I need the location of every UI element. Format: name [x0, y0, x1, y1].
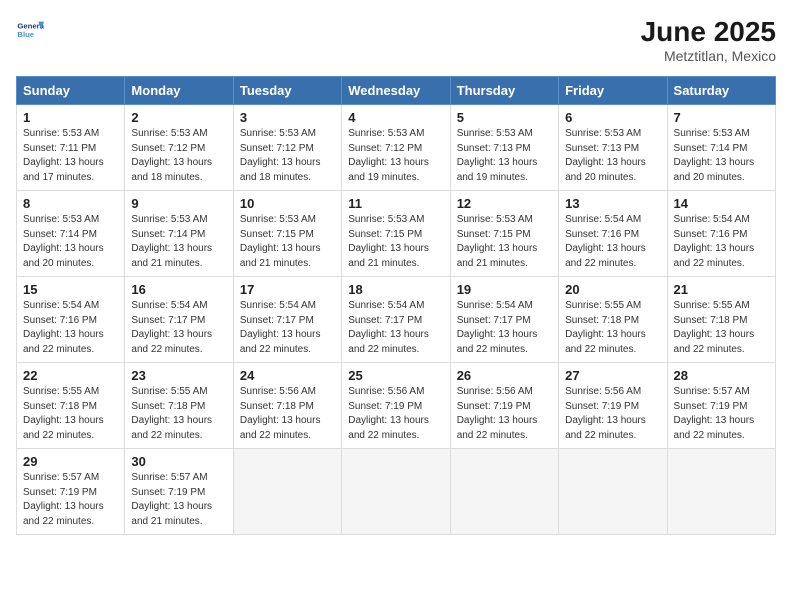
day-10: 10 Sunrise: 5:53 AMSunset: 7:15 PMDaylig…	[233, 191, 341, 277]
day-5: 5 Sunrise: 5:53 AMSunset: 7:13 PMDayligh…	[450, 105, 558, 191]
page-header: General Blue June 2025 Metztitlan, Mexic…	[16, 16, 776, 64]
svg-text:Blue: Blue	[17, 30, 34, 39]
col-monday: Monday	[125, 77, 233, 105]
day-13: 13 Sunrise: 5:54 AMSunset: 7:16 PMDaylig…	[559, 191, 667, 277]
day-12: 12 Sunrise: 5:53 AMSunset: 7:15 PMDaylig…	[450, 191, 558, 277]
day-16: 16 Sunrise: 5:54 AMSunset: 7:17 PMDaylig…	[125, 277, 233, 363]
day-11: 11 Sunrise: 5:53 AMSunset: 7:15 PMDaylig…	[342, 191, 450, 277]
calendar-table: Sunday Monday Tuesday Wednesday Thursday…	[16, 76, 776, 535]
empty-cell-5	[667, 449, 775, 535]
day-14: 14 Sunrise: 5:54 AMSunset: 7:16 PMDaylig…	[667, 191, 775, 277]
col-saturday: Saturday	[667, 77, 775, 105]
day-22: 22 Sunrise: 5:55 AMSunset: 7:18 PMDaylig…	[17, 363, 125, 449]
calendar-header-row: Sunday Monday Tuesday Wednesday Thursday…	[17, 77, 776, 105]
day-30: 30 Sunrise: 5:57 AMSunset: 7:19 PMDaylig…	[125, 449, 233, 535]
week-row-5: 29 Sunrise: 5:57 AMSunset: 7:19 PMDaylig…	[17, 449, 776, 535]
col-tuesday: Tuesday	[233, 77, 341, 105]
day-1: 1 Sunrise: 5:53 AMSunset: 7:11 PMDayligh…	[17, 105, 125, 191]
day-6: 6 Sunrise: 5:53 AMSunset: 7:13 PMDayligh…	[559, 105, 667, 191]
day-27: 27 Sunrise: 5:56 AMSunset: 7:19 PMDaylig…	[559, 363, 667, 449]
week-row-1: 1 Sunrise: 5:53 AMSunset: 7:11 PMDayligh…	[17, 105, 776, 191]
day-4: 4 Sunrise: 5:53 AMSunset: 7:12 PMDayligh…	[342, 105, 450, 191]
day-9: 9 Sunrise: 5:53 AMSunset: 7:14 PMDayligh…	[125, 191, 233, 277]
empty-cell-3	[450, 449, 558, 535]
title-area: June 2025 Metztitlan, Mexico	[641, 16, 776, 64]
month-title: June 2025	[641, 16, 776, 48]
day-28: 28 Sunrise: 5:57 AMSunset: 7:19 PMDaylig…	[667, 363, 775, 449]
empty-cell-4	[559, 449, 667, 535]
col-friday: Friday	[559, 77, 667, 105]
day-29: 29 Sunrise: 5:57 AMSunset: 7:19 PMDaylig…	[17, 449, 125, 535]
day-2: 2 Sunrise: 5:53 AMSunset: 7:12 PMDayligh…	[125, 105, 233, 191]
week-row-2: 8 Sunrise: 5:53 AMSunset: 7:14 PMDayligh…	[17, 191, 776, 277]
day-7: 7 Sunrise: 5:53 AMSunset: 7:14 PMDayligh…	[667, 105, 775, 191]
day-8: 8 Sunrise: 5:53 AMSunset: 7:14 PMDayligh…	[17, 191, 125, 277]
week-row-3: 15 Sunrise: 5:54 AMSunset: 7:16 PMDaylig…	[17, 277, 776, 363]
logo-icon: General Blue	[16, 16, 44, 44]
col-sunday: Sunday	[17, 77, 125, 105]
col-thursday: Thursday	[450, 77, 558, 105]
logo: General Blue	[16, 16, 44, 44]
location-subtitle: Metztitlan, Mexico	[641, 48, 776, 64]
day-3: 3 Sunrise: 5:53 AMSunset: 7:12 PMDayligh…	[233, 105, 341, 191]
day-21: 21 Sunrise: 5:55 AMSunset: 7:18 PMDaylig…	[667, 277, 775, 363]
col-wednesday: Wednesday	[342, 77, 450, 105]
day-25: 25 Sunrise: 5:56 AMSunset: 7:19 PMDaylig…	[342, 363, 450, 449]
day-19: 19 Sunrise: 5:54 AMSunset: 7:17 PMDaylig…	[450, 277, 558, 363]
day-24: 24 Sunrise: 5:56 AMSunset: 7:18 PMDaylig…	[233, 363, 341, 449]
day-23: 23 Sunrise: 5:55 AMSunset: 7:18 PMDaylig…	[125, 363, 233, 449]
day-20: 20 Sunrise: 5:55 AMSunset: 7:18 PMDaylig…	[559, 277, 667, 363]
day-17: 17 Sunrise: 5:54 AMSunset: 7:17 PMDaylig…	[233, 277, 341, 363]
empty-cell-2	[342, 449, 450, 535]
week-row-4: 22 Sunrise: 5:55 AMSunset: 7:18 PMDaylig…	[17, 363, 776, 449]
day-18: 18 Sunrise: 5:54 AMSunset: 7:17 PMDaylig…	[342, 277, 450, 363]
day-15: 15 Sunrise: 5:54 AMSunset: 7:16 PMDaylig…	[17, 277, 125, 363]
day-26: 26 Sunrise: 5:56 AMSunset: 7:19 PMDaylig…	[450, 363, 558, 449]
empty-cell-1	[233, 449, 341, 535]
